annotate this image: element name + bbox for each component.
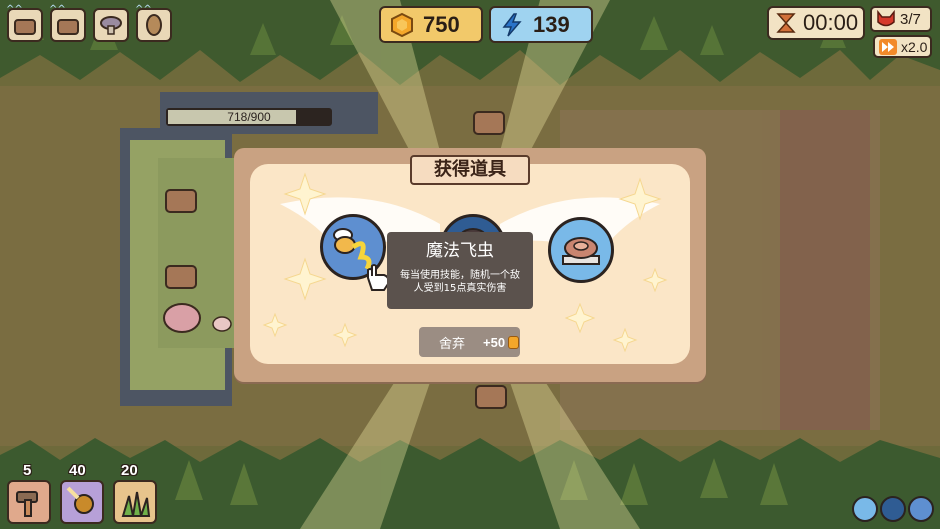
level-chevrons: ^^ xyxy=(6,4,23,15)
mushroom-slot[interactable] xyxy=(93,8,129,42)
meteor-icon xyxy=(66,486,94,514)
devil-icon xyxy=(877,10,895,27)
tower-slot-2[interactable]: ^^ xyxy=(49,4,86,42)
item-description: 每当使用技能，随机一个敌人受到15点真实伤害 xyxy=(400,270,520,294)
level-chevrons: ^^ xyxy=(135,4,152,15)
tower-slot-1[interactable]: ^^ xyxy=(6,4,43,42)
base-health-bar: 718/900 xyxy=(166,108,332,126)
grass-icon xyxy=(121,491,151,517)
lightning-icon xyxy=(502,12,522,36)
item-cake[interactable] xyxy=(548,217,614,283)
build-cost: 20 xyxy=(121,462,138,479)
level-chevrons: ^^ xyxy=(49,4,66,15)
gold-value: 750 xyxy=(423,11,460,37)
coin-icon xyxy=(508,335,520,349)
build-cost: 40 xyxy=(69,462,86,479)
wave-timer: 00:00 xyxy=(767,6,865,40)
gold-coin-icon xyxy=(391,12,413,37)
build-grass-button[interactable] xyxy=(113,480,157,524)
speed-button[interactable]: x2.0 xyxy=(873,35,932,58)
dialog-title: 获得道具 xyxy=(410,155,530,185)
energy-value: 139 xyxy=(533,11,570,37)
item-tooltip: 魔法飞虫 每当使用技能，随机一个敌人受到15点真实伤害 xyxy=(387,232,533,309)
wave-value: 3/7 xyxy=(900,10,921,28)
wave-counter: 3/7 xyxy=(870,6,932,32)
health-text: 718/900 xyxy=(227,110,271,124)
fast-forward-icon xyxy=(879,38,897,55)
magic-bug-icon[interactable] xyxy=(908,496,934,522)
energy-counter: 139 xyxy=(489,6,593,43)
gold-counter: 750 xyxy=(379,6,483,43)
shell-icon[interactable] xyxy=(880,496,906,522)
mushroom-icon xyxy=(100,16,122,35)
discard-button[interactable]: 舍弃 +50 xyxy=(419,327,520,357)
cake-icon[interactable] xyxy=(852,496,878,522)
cake-icon xyxy=(562,237,600,265)
build-hammer-button[interactable] xyxy=(7,480,51,524)
build-cost: 5 xyxy=(23,462,32,479)
hammer-icon xyxy=(16,491,38,517)
timer-value: 00:00 xyxy=(803,10,859,35)
discard-value: +50 xyxy=(483,334,506,350)
hourglass-icon xyxy=(776,13,796,33)
item-name: 魔法飞虫 xyxy=(426,241,494,261)
coin-slot[interactable]: ^^ xyxy=(135,4,172,42)
speed-value: x2.0 xyxy=(901,38,928,55)
discard-label: 舍弃 xyxy=(439,336,466,352)
build-meteor-button[interactable] xyxy=(60,480,104,524)
